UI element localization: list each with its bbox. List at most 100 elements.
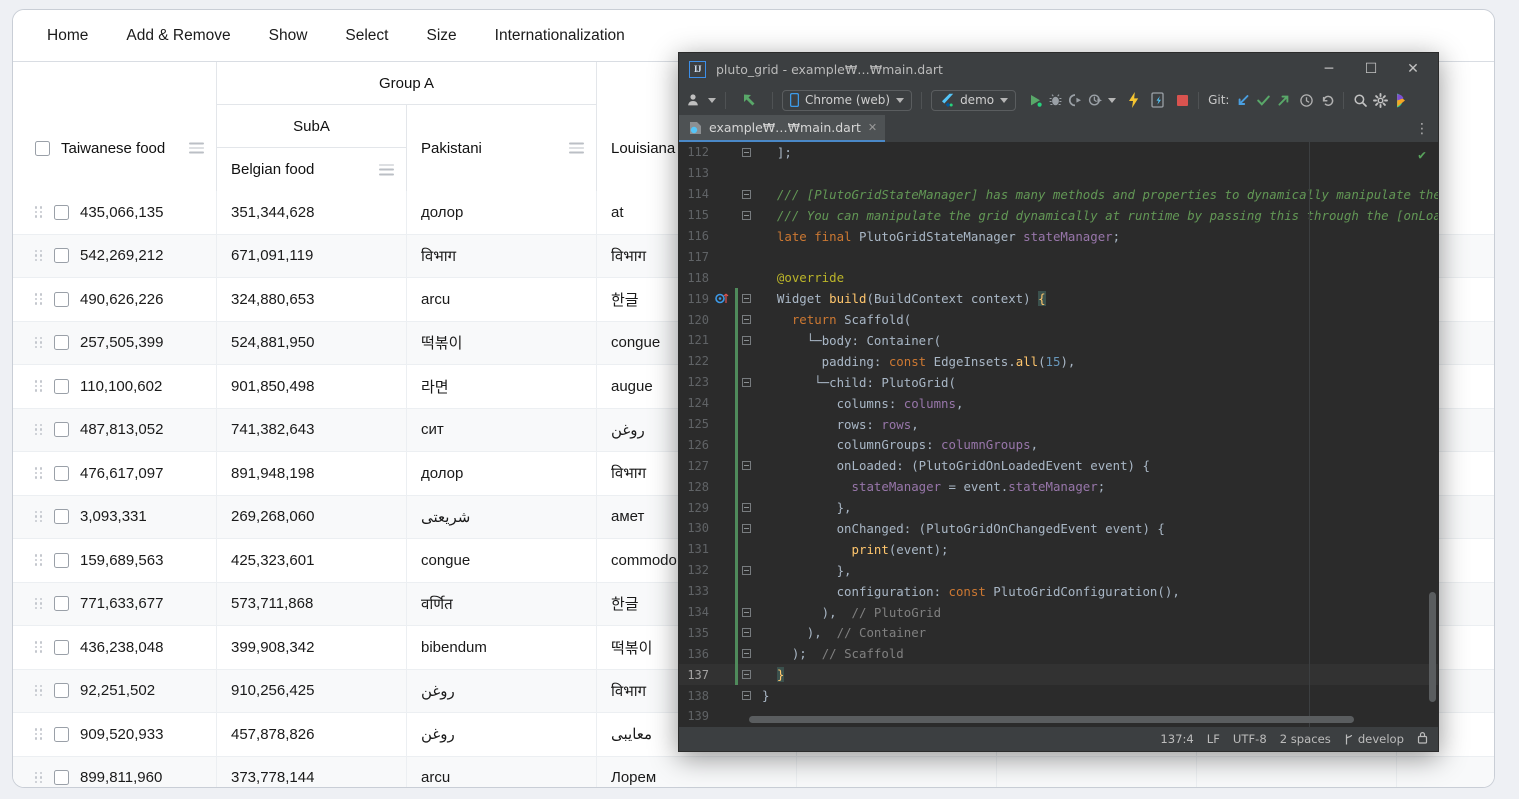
code-editor[interactable]: 112 ]; 113 114 /// [PlutoGridStateManager]…: [679, 142, 1438, 727]
gutter-icons[interactable]: [713, 288, 735, 309]
gutter-icons[interactable]: [713, 414, 735, 435]
gutter-icons[interactable]: [713, 560, 735, 581]
gutter-icons[interactable]: [713, 163, 735, 184]
collapse-icon[interactable]: [741, 294, 751, 304]
table-cell-belgian-food[interactable]: 425,323,601: [217, 539, 407, 582]
collapse-icon[interactable]: [741, 335, 751, 345]
table-cell-taiwanese-food[interactable]: 92,251,502: [13, 669, 217, 712]
collapse-icon[interactable]: [741, 503, 751, 513]
table-cell-hidden[interactable]: [1397, 757, 1494, 788]
table-cell-belgian-food[interactable]: 269,268,060: [217, 495, 407, 538]
table-cell-belgian-food[interactable]: 910,256,425: [217, 669, 407, 712]
run-config-caret-icon[interactable]: [1000, 97, 1009, 103]
code-line[interactable]: 117: [679, 246, 1438, 267]
intellij-idea-window[interactable]: IJ pluto_grid - example₩…₩main.dart ─ ☐ …: [678, 52, 1439, 752]
code-fold-gutter[interactable]: [738, 377, 754, 387]
column-menu-icon-pakistani[interactable]: [569, 142, 584, 154]
tab-main-dart[interactable]: example₩…₩main.dart ✕: [679, 115, 886, 142]
nav-item-home[interactable]: Home: [31, 21, 104, 51]
maximize-icon[interactable]: ☐: [1350, 54, 1392, 85]
gutter-icons[interactable]: [713, 267, 735, 288]
profile-dropdown-caret-icon[interactable]: [1108, 97, 1117, 103]
git-push-icon[interactable]: [1276, 93, 1291, 108]
table-cell-taiwanese-food[interactable]: 436,238,048: [13, 626, 217, 669]
table-cell-belgian-food[interactable]: 741,382,643: [217, 408, 407, 451]
table-cell-belgian-food[interactable]: 524,881,950: [217, 321, 407, 364]
run-coverage-icon[interactable]: [1068, 93, 1083, 108]
table-cell-taiwanese-food[interactable]: 3,093,331: [13, 495, 217, 538]
table-cell-belgian-food[interactable]: 671,091,119: [217, 234, 407, 277]
gutter-icons[interactable]: [713, 351, 735, 372]
row-drag-handle-icon[interactable]: [35, 423, 43, 436]
table-cell-taiwanese-food[interactable]: 909,520,933: [13, 713, 217, 756]
row-drag-handle-icon[interactable]: [35, 728, 43, 740]
table-cell-pakistani[interactable]: долор: [407, 452, 597, 495]
table-cell-taiwanese-food[interactable]: 771,633,677: [13, 582, 217, 625]
table-cell-taiwanese-food[interactable]: 110,100,602: [13, 365, 217, 408]
git-commit-icon[interactable]: [1256, 93, 1271, 108]
code-fold-gutter[interactable]: [738, 147, 754, 157]
gear-icon[interactable]: [1373, 92, 1389, 108]
table-cell-pakistani[interactable]: 라면: [407, 365, 597, 408]
column-menu-icon-belgian-food[interactable]: [379, 164, 394, 175]
row-checkbox[interactable]: [54, 509, 69, 525]
row-drag-handle-icon[interactable]: [35, 293, 43, 305]
nav-item-add-remove[interactable]: Add & Remove: [110, 21, 246, 51]
row-drag-handle-icon[interactable]: [35, 380, 43, 392]
table-cell-pakistani[interactable]: долор: [407, 191, 597, 234]
code-fold-gutter[interactable]: [738, 210, 754, 220]
table-cell-pakistani[interactable]: روغن: [407, 713, 597, 756]
row-checkbox[interactable]: [54, 683, 69, 699]
column-menu-icon-taiwanese-food[interactable]: [189, 142, 204, 154]
collapse-icon[interactable]: [741, 315, 751, 325]
collapse-icon[interactable]: [741, 147, 751, 157]
table-cell-taiwanese-food[interactable]: 487,813,052: [13, 408, 217, 451]
collapse-icon[interactable]: [741, 670, 751, 680]
collapse-icon[interactable]: [741, 461, 751, 471]
table-cell-belgian-food[interactable]: 891,948,198: [217, 452, 407, 495]
avatar-dropdown-caret-icon[interactable]: [708, 97, 716, 103]
row-checkbox[interactable]: [54, 291, 69, 307]
code-line[interactable]: 118 @override: [679, 267, 1438, 288]
gutter-icons[interactable]: [713, 309, 735, 330]
code-line[interactable]: 112 ];: [679, 142, 1438, 163]
code-line[interactable]: 138}: [679, 685, 1438, 706]
git-branch[interactable]: develop: [1344, 732, 1404, 746]
table-cell-pakistani[interactable]: 떡볶이: [407, 321, 597, 364]
git-rollback-icon[interactable]: [1319, 93, 1334, 108]
git-update-icon[interactable]: [1236, 93, 1251, 108]
code-fold-gutter[interactable]: [738, 670, 754, 680]
tab-close-icon[interactable]: ✕: [868, 121, 877, 134]
gutter-icons[interactable]: [713, 539, 735, 560]
device-target-selector[interactable]: Chrome (web): [782, 89, 913, 111]
table-cell-pakistani[interactable]: वर्णित: [407, 582, 597, 625]
table-cell-taiwanese-food[interactable]: 490,626,226: [13, 278, 217, 321]
table-cell-pakistani[interactable]: bibendum: [407, 626, 597, 669]
code-line[interactable]: 131 print(event);: [679, 538, 1438, 560]
code-line[interactable]: 134 ), // PlutoGrid: [679, 601, 1438, 623]
table-cell-taiwanese-food[interactable]: 899,811,960: [13, 756, 217, 787]
user-profile-avatar-icon[interactable]: [1393, 92, 1410, 109]
table-cell-taiwanese-food[interactable]: 435,066,135: [13, 191, 217, 234]
row-drag-handle-icon[interactable]: [35, 467, 43, 479]
row-drag-handle-icon[interactable]: [35, 206, 43, 218]
collapse-icon[interactable]: [741, 565, 751, 575]
column-subgroup-suba-title[interactable]: SubA: [217, 105, 407, 148]
git-history-icon[interactable]: [1299, 93, 1314, 108]
debug-icon[interactable]: [1048, 93, 1063, 108]
code-line[interactable]: 130 onChanged: (PlutoGridOnChangedEvent …: [679, 518, 1438, 539]
code-line[interactable]: 132 },: [679, 559, 1438, 581]
minimize-icon[interactable]: ─: [1308, 54, 1350, 85]
file-encoding[interactable]: UTF-8: [1233, 732, 1267, 746]
code-fold-gutter[interactable]: [738, 315, 754, 325]
gutter-icons[interactable]: [713, 476, 735, 497]
table-row[interactable]: 899,811,960 373,778,144 arcu Лорем: [13, 756, 1494, 788]
row-drag-handle-icon[interactable]: [35, 249, 43, 262]
table-cell-belgian-food[interactable]: 399,908,342: [217, 626, 407, 669]
column-group-a[interactable]: Group A: [217, 62, 597, 105]
code-line[interactable]: 114 /// [PlutoGridStateManager] has many…: [679, 184, 1438, 205]
row-drag-handle-icon[interactable]: [35, 771, 43, 784]
gutter-icons[interactable]: [713, 581, 735, 602]
row-drag-handle-icon[interactable]: [35, 554, 43, 566]
table-cell-hidden[interactable]: [997, 756, 1197, 787]
